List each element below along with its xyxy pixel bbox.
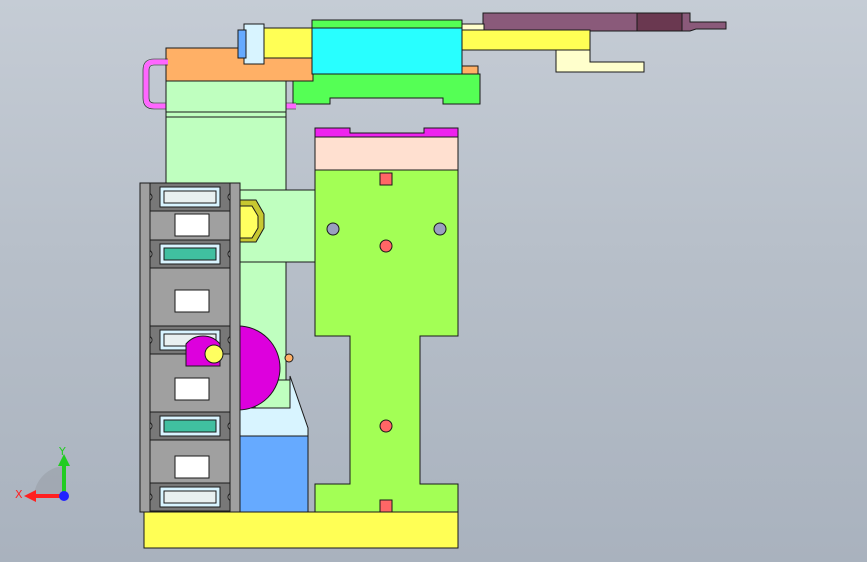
y-axis-label: Y: [58, 445, 66, 458]
z-axis-dot: [59, 491, 69, 501]
triad-base-shadow: [34, 466, 64, 496]
graphics-viewport[interactable]: Y X: [0, 0, 867, 562]
axis-triad: Y X: [15, 445, 70, 502]
x-axis-label: X: [15, 488, 23, 501]
x-axis-arrowhead: [24, 490, 36, 502]
